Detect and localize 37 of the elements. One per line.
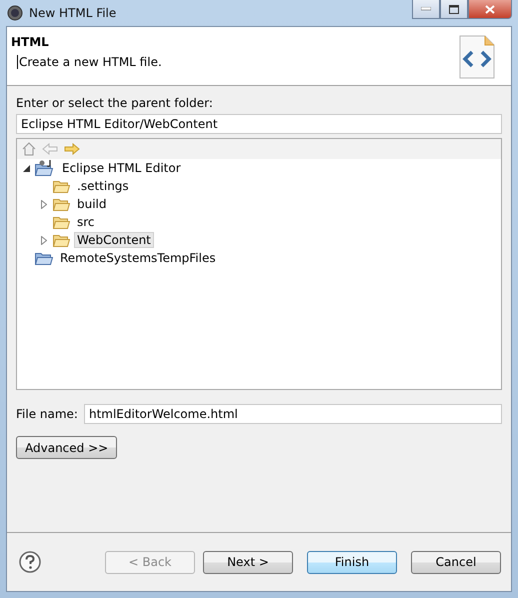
folder-field[interactable]: Eclipse HTML Editor/WebContent bbox=[16, 114, 502, 134]
tree-item[interactable]: WebContent bbox=[74, 232, 154, 248]
tree-item[interactable]: src bbox=[74, 214, 98, 230]
page-description: Create a new HTML file. bbox=[17, 55, 162, 69]
app-icon bbox=[7, 5, 23, 21]
collapsed-arrow-icon[interactable] bbox=[41, 200, 47, 208]
folder-icon bbox=[53, 216, 70, 228]
window-title: New HTML File bbox=[29, 6, 116, 20]
wizard-button[interactable]: Finish bbox=[307, 550, 397, 574]
file-name-field[interactable]: htmlEditorWelcome.html bbox=[84, 404, 502, 424]
folder-icon bbox=[53, 234, 70, 246]
wizard-button[interactable]: Cancel bbox=[411, 550, 501, 574]
close-button[interactable] bbox=[468, 0, 512, 19]
tree-item[interactable]: Eclipse HTML Editor bbox=[59, 160, 184, 176]
tree-item[interactable]: RemoteSystemsTempFiles bbox=[57, 250, 219, 266]
tree-item[interactable]: build bbox=[74, 196, 110, 212]
project-folder-icon bbox=[35, 252, 53, 264]
minimize-icon bbox=[421, 7, 431, 11]
collapsed-arrow-icon[interactable] bbox=[41, 236, 47, 244]
advanced-button[interactable]: Advanced >> bbox=[16, 436, 118, 459]
home-icon[interactable] bbox=[22, 142, 36, 156]
maximize-icon bbox=[449, 4, 459, 14]
html-file-icon bbox=[459, 35, 495, 79]
maximize-button[interactable] bbox=[440, 0, 468, 19]
java-project-icon bbox=[35, 160, 55, 176]
folder-icon bbox=[53, 180, 70, 192]
page-title: HTML bbox=[11, 35, 50, 49]
forward-arrow-icon[interactable] bbox=[64, 143, 80, 155]
tree-item[interactable]: .settings bbox=[74, 178, 132, 194]
expanded-arrow-icon[interactable] bbox=[22, 164, 30, 172]
minimize-button[interactable] bbox=[412, 0, 440, 19]
file-name-label: File name: bbox=[16, 407, 78, 421]
close-icon bbox=[485, 4, 495, 14]
wizard-button[interactable]: Next > bbox=[203, 550, 293, 574]
help-icon[interactable] bbox=[19, 551, 41, 573]
folder-label: Enter or select the parent folder: bbox=[16, 96, 214, 110]
folder-icon bbox=[53, 198, 70, 210]
